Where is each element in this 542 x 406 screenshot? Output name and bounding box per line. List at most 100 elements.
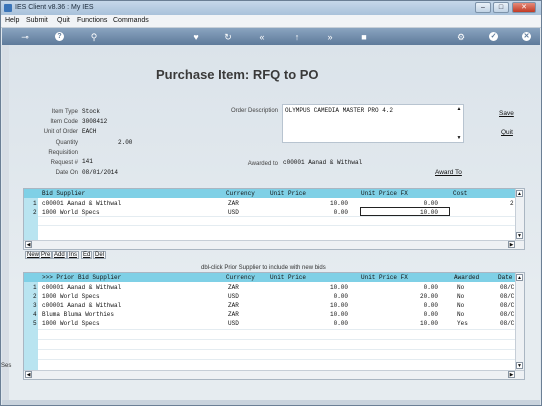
date-cell[interactable]: 08/C <box>500 311 514 318</box>
col-cost[interactable]: Cost <box>453 190 467 197</box>
col-currency[interactable]: Currency <box>226 274 255 281</box>
search-icon[interactable]: ⚲ <box>88 31 100 43</box>
col-unit-price-fx[interactable]: Unit Price FX <box>361 274 408 281</box>
unit-price-fx-cell[interactable]: 0.00 <box>396 302 438 309</box>
quantity-value[interactable]: 2.00 <box>118 139 132 146</box>
bids-vertical-scrollbar[interactable]: ▲ ▼ <box>515 189 524 241</box>
unit-price-cell[interactable]: 0.00 <box>306 209 348 216</box>
unit-price-cell[interactable]: 0.00 <box>306 293 348 300</box>
prior-supplier-cell[interactable]: c00001 Aanad & Withwal <box>42 302 121 309</box>
col-unit-price[interactable]: Unit Price <box>270 190 306 197</box>
date-cell[interactable]: 08/C <box>500 293 514 300</box>
item-type-value[interactable]: Stock <box>82 108 100 115</box>
awarded-cell[interactable]: No <box>457 302 464 309</box>
minimize-button[interactable]: – <box>475 2 491 13</box>
prior-supplier-cell[interactable]: 1000 World Specs <box>42 293 100 300</box>
awarded-cell[interactable]: Yes <box>457 320 468 327</box>
request-no-value[interactable]: 141 <box>82 158 93 165</box>
heart-icon[interactable]: ♥ <box>190 31 202 43</box>
unit-price-fx-cell[interactable]: 0.00 <box>396 200 438 207</box>
save-link[interactable]: Save <box>499 110 514 117</box>
awarded-cell[interactable]: No <box>457 293 464 300</box>
scroll-down-icon[interactable]: ▼ <box>516 232 523 239</box>
col-unit-price[interactable]: Unit Price <box>270 274 306 281</box>
unit-price-cell[interactable]: 0.00 <box>306 320 348 327</box>
item-code-value[interactable]: 3008412 <box>82 118 107 125</box>
menu-submit[interactable]: Submit <box>26 17 48 24</box>
unit-price-cell[interactable]: 10.00 <box>306 200 348 207</box>
scroll-right-icon[interactable]: ▶ <box>508 371 515 378</box>
currency-cell[interactable]: ZAR <box>228 284 239 291</box>
award-to-link[interactable]: Award To <box>435 169 462 176</box>
scroll-right-icon[interactable]: ▶ <box>508 241 515 248</box>
prior-supplier-cell[interactable]: 1000 World Specs <box>42 320 100 327</box>
unit-price-cell[interactable]: 10.00 <box>306 284 348 291</box>
col-currency[interactable]: Currency <box>226 190 255 197</box>
order-description-field[interactable]: OLYMPUS CAMEDIA MASTER PRO 4.2 ▲ ▼ <box>282 104 464 143</box>
prior-horizontal-scrollbar[interactable]: ◀ ▶ <box>24 370 524 379</box>
scroll-left-icon[interactable]: ◀ <box>25 241 32 248</box>
bid-supplier-cell[interactable]: 1000 World Specs <box>42 209 100 216</box>
forward-icon[interactable]: » <box>324 31 336 43</box>
bids-horizontal-scrollbar[interactable]: ◀ ▶ <box>24 240 524 249</box>
awarded-cell[interactable]: No <box>457 311 464 318</box>
date-cell[interactable]: 08/C <box>500 284 514 291</box>
prior-supplier-cell[interactable]: Bluma Bluma Worthies <box>42 311 114 318</box>
date-cell[interactable]: 08/C <box>500 320 514 327</box>
prior-vertical-scrollbar[interactable]: ▲ ▼ <box>515 273 524 371</box>
check-icon[interactable]: ✓ <box>489 32 498 41</box>
scroll-down-icon[interactable]: ▼ <box>516 362 523 369</box>
unit-price-fx-cell[interactable]: 20.00 <box>396 293 438 300</box>
key-icon[interactable]: ⊸ <box>16 31 34 43</box>
unit-price-fx-cell[interactable]: 10.00 <box>396 320 438 327</box>
awarded-to-value[interactable]: c00001 Aanad & Withwal <box>283 159 362 166</box>
stop-icon[interactable]: ■ <box>358 31 370 43</box>
prior-supplier-cell[interactable]: c00001 Aanad & Withwal <box>42 284 121 291</box>
refresh-icon[interactable]: ↻ <box>222 31 234 43</box>
gear-icon[interactable]: ⚙ <box>455 31 467 43</box>
currency-cell[interactable]: USD <box>228 293 239 300</box>
col-bid-supplier[interactable]: Bid Supplier <box>42 190 85 197</box>
scroll-up-icon[interactable]: ▲ <box>516 274 523 281</box>
currency-cell[interactable]: ZAR <box>228 311 239 318</box>
unit-price-fx-cell[interactable]: 0.00 <box>396 284 438 291</box>
quit-link[interactable]: Quit <box>501 129 513 136</box>
date-on-value[interactable]: 08/01/2014 <box>82 169 118 176</box>
delete-button[interactable]: Del <box>93 251 107 259</box>
help-icon[interactable]: ? <box>55 32 64 41</box>
awarded-cell[interactable]: No <box>457 284 464 291</box>
col-prior-bid-supplier[interactable]: >>> Prior Bid Supplier <box>42 274 121 281</box>
currency-cell[interactable]: USD <box>228 320 239 327</box>
currency-cell[interactable]: ZAR <box>228 200 239 207</box>
maximize-button[interactable]: □ <box>493 2 509 13</box>
close-button[interactable]: ✕ <box>512 2 536 13</box>
unit-of-order-value[interactable]: EACH <box>82 128 96 135</box>
scroll-left-icon[interactable]: ◀ <box>25 371 32 378</box>
cost-cell[interactable]: 2 <box>510 200 514 207</box>
col-date[interactable]: Date <box>498 274 512 281</box>
insert-button[interactable]: Ins <box>67 251 80 259</box>
scroll-up-icon[interactable]: ▲ <box>516 190 523 197</box>
menu-help[interactable]: Help <box>5 17 19 24</box>
currency-cell[interactable]: ZAR <box>228 302 239 309</box>
scroll-down-icon[interactable]: ▼ <box>456 135 462 141</box>
col-unit-price-fx[interactable]: Unit Price FX <box>361 190 408 197</box>
unit-price-fx-cell[interactable]: 0.00 <box>396 311 438 318</box>
up-icon[interactable]: ↑ <box>291 31 303 43</box>
unit-price-fx-cell[interactable]: 10.00 <box>396 209 438 216</box>
scroll-up-icon[interactable]: ▲ <box>456 106 462 112</box>
unit-price-cell[interactable]: 10.00 <box>306 302 348 309</box>
bid-supplier-cell[interactable]: c00001 Aanad & Withwal <box>42 200 121 207</box>
edit-button[interactable]: Ed <box>81 251 93 259</box>
unit-price-cell[interactable]: 10.00 <box>306 311 348 318</box>
date-cell[interactable]: 08/C <box>500 302 514 309</box>
previous-button[interactable]: Pre <box>39 251 53 259</box>
menu-commands[interactable]: Commands <box>113 17 149 24</box>
col-awarded[interactable]: Awarded <box>454 274 479 281</box>
close-circle-icon[interactable]: ✕ <box>522 32 531 41</box>
add-button[interactable]: Add <box>52 251 67 259</box>
menu-functions[interactable]: Functions <box>77 17 107 24</box>
currency-cell[interactable]: USD <box>228 209 239 216</box>
menu-quit[interactable]: Quit <box>57 17 70 24</box>
rewind-icon[interactable]: « <box>256 31 268 43</box>
